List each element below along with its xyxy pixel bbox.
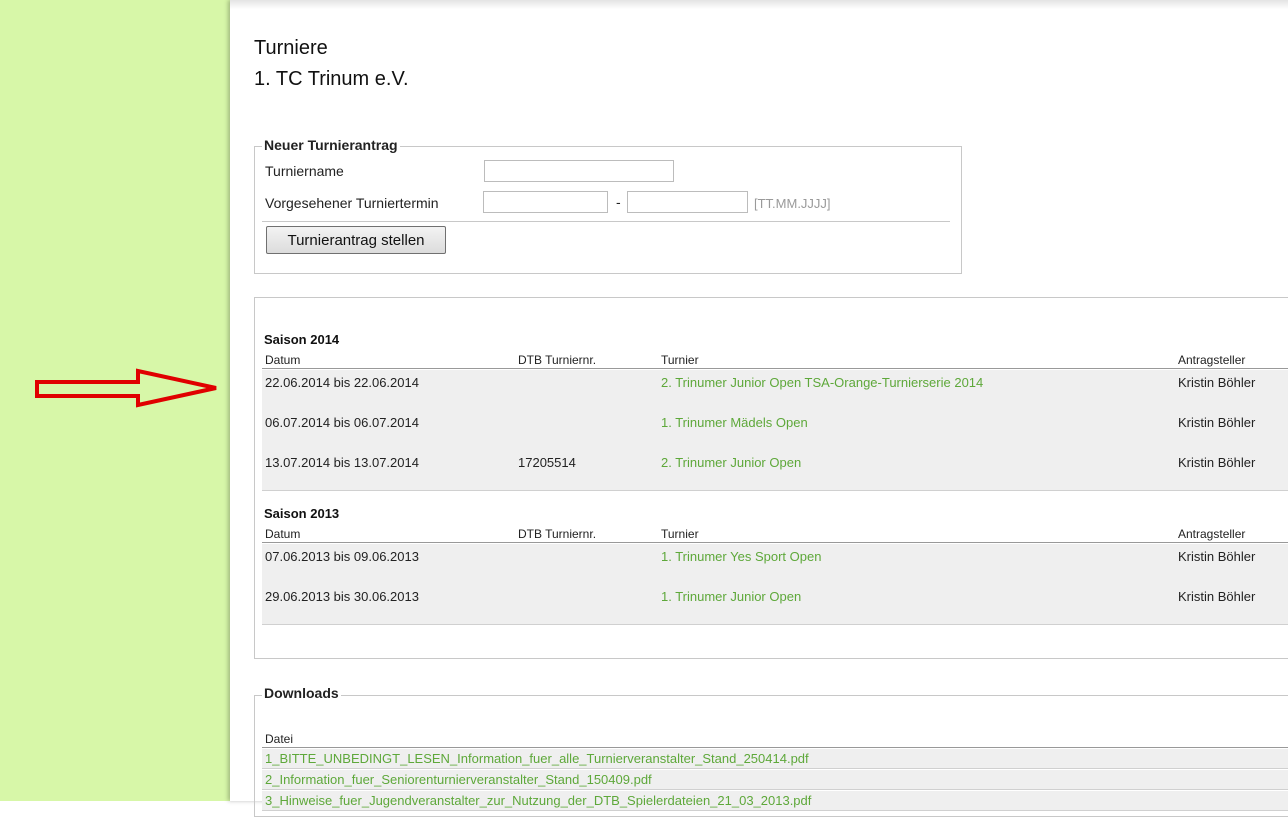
- row-dtb: 17205514: [518, 455, 576, 470]
- col-header-dtb: DTB Turniernr.: [518, 527, 597, 541]
- tournament-name-label: Turniername: [265, 163, 344, 179]
- file-row: 2_Information_fuer_Seniorenturnierverans…: [262, 770, 1288, 790]
- row-applicant: Kristin Böhler: [1178, 589, 1256, 604]
- col-header-dtb: DTB Turniernr.: [518, 353, 597, 367]
- file-row: 3_Hinweise_fuer_Jugendveranstalter_zur_N…: [262, 791, 1288, 811]
- row-date: 13.07.2014 bis 13.07.2014: [265, 455, 419, 470]
- new-request-legend: Neuer Turnierantrag: [262, 137, 400, 153]
- col-header-file: Datei: [265, 732, 294, 746]
- tournament-link[interactable]: 2. Trinumer Junior Open: [661, 455, 801, 470]
- row-applicant: Kristin Böhler: [1178, 455, 1256, 470]
- table-row: 07.06.2013 bis 09.06.2013 1. Trinumer Ye…: [262, 544, 1288, 585]
- date-format-hint: [TT.MM.JJJJ]: [754, 196, 831, 211]
- top-shadow: [230, 0, 1288, 9]
- file-row: 1_BITTE_UNBEDINGT_LESEN_Information_fuer…: [262, 749, 1288, 769]
- season-title: Saison 2014: [264, 332, 340, 347]
- form-separator: [262, 221, 950, 222]
- date-to-input[interactable]: [627, 191, 748, 213]
- download-link[interactable]: 2_Information_fuer_Seniorenturnierverans…: [265, 772, 652, 787]
- row-date: 22.06.2014 bis 22.06.2014: [265, 375, 419, 390]
- col-header-tournament: Turnier: [661, 353, 699, 367]
- submit-request-button[interactable]: Turnierantrag stellen: [266, 226, 446, 254]
- tournament-date-label: Vorgesehener Turniertermin: [265, 195, 439, 211]
- col-header-tournament: Turnier: [661, 527, 699, 541]
- row-date: 07.06.2013 bis 09.06.2013: [265, 549, 419, 564]
- tournament-link[interactable]: 1. Trinumer Yes Sport Open: [661, 549, 821, 564]
- table-row: 22.06.2014 bis 22.06.2014 2. Trinumer Ju…: [262, 370, 1288, 411]
- row-applicant: Kristin Böhler: [1178, 549, 1256, 564]
- tournament-link[interactable]: 1. Trinumer Junior Open: [661, 589, 801, 604]
- club-name: 1. TC Trinum e.V.: [254, 68, 409, 90]
- season-title: Saison 2013: [264, 506, 340, 521]
- col-header-applicant: Antragsteller: [1178, 527, 1246, 541]
- table-row: 29.06.2013 bis 30.06.2013 1. Trinumer Ju…: [262, 584, 1288, 625]
- right-arrow-icon: [35, 368, 217, 408]
- header-divider: [262, 542, 1288, 543]
- tournament-link[interactable]: 2. Trinumer Junior Open TSA-Orange-Turni…: [661, 375, 983, 390]
- col-header-applicant: Antragsteller: [1178, 353, 1246, 367]
- col-header-date: Datum: [265, 527, 301, 541]
- col-header-date: Datum: [265, 353, 301, 367]
- header-divider: [262, 747, 1288, 748]
- row-applicant: Kristin Böhler: [1178, 415, 1256, 430]
- row-date: 29.06.2013 bis 30.06.2013: [265, 589, 419, 604]
- table-row: 13.07.2014 bis 13.07.2014 17205514 2. Tr…: [262, 450, 1288, 491]
- download-link[interactable]: 1_BITTE_UNBEDINGT_LESEN_Information_fuer…: [265, 751, 809, 766]
- row-date: 06.07.2014 bis 06.07.2014: [265, 415, 419, 430]
- tournament-name-input[interactable]: [484, 160, 674, 182]
- header-divider: [262, 368, 1288, 369]
- page-title: Turniere: [254, 37, 328, 59]
- row-applicant: Kristin Böhler: [1178, 375, 1256, 390]
- table-row: 06.07.2014 bis 06.07.2014 1. Trinumer Mä…: [262, 410, 1288, 451]
- date-from-input[interactable]: [483, 191, 608, 213]
- tournament-link[interactable]: 1. Trinumer Mädels Open: [661, 415, 808, 430]
- downloads-legend: Downloads: [262, 685, 341, 701]
- date-separator: -: [616, 194, 621, 210]
